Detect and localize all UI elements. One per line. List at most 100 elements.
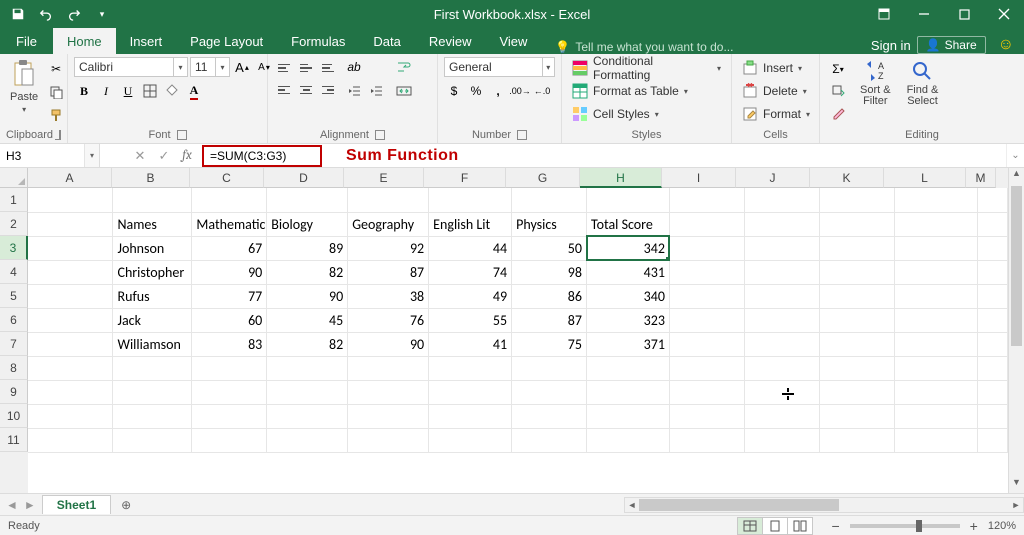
format-painter-icon[interactable] [46, 105, 66, 125]
insert-cells-button[interactable]: Insert▾ [738, 57, 806, 79]
cell-B9[interactable] [113, 380, 192, 404]
cell-B2[interactable]: Names [113, 212, 192, 236]
view-page-break-icon[interactable] [787, 517, 813, 535]
cell-I5[interactable] [669, 284, 744, 308]
cell-F4[interactable]: 74 [429, 260, 512, 284]
cell-E10[interactable] [348, 404, 429, 428]
cell-I1[interactable] [669, 188, 744, 212]
zoom-slider[interactable] [850, 524, 960, 528]
view-page-layout-icon[interactable] [762, 517, 788, 535]
tab-home[interactable]: Home [53, 28, 116, 54]
cell-H9[interactable] [587, 380, 670, 404]
cell-J3[interactable] [744, 236, 819, 260]
row-header-2[interactable]: 2 [0, 212, 28, 236]
cell-B8[interactable] [113, 356, 192, 380]
cell-I8[interactable] [669, 356, 744, 380]
cell-J4[interactable] [744, 260, 819, 284]
cell-C6[interactable]: 60 [192, 308, 267, 332]
row-header-8[interactable]: 8 [0, 356, 28, 380]
cell-A5[interactable] [28, 284, 113, 308]
cell-A11[interactable] [28, 428, 113, 452]
share-button[interactable]: 👤 Share [917, 36, 986, 54]
worksheet-grid[interactable]: ABCDEFGHIJKLM 1234567891011 NamesMathema… [0, 168, 1024, 493]
cell-C5[interactable]: 77 [192, 284, 267, 308]
cell-E11[interactable] [348, 428, 429, 452]
cell-M3[interactable] [977, 236, 1007, 260]
cell-H2[interactable]: Total Score [587, 212, 670, 236]
cell-I10[interactable] [669, 404, 744, 428]
tab-data[interactable]: Data [359, 28, 414, 54]
column-header-H[interactable]: H [580, 168, 662, 188]
column-header-F[interactable]: F [424, 168, 506, 188]
cell-F2[interactable]: English Lit [429, 212, 512, 236]
maximize-icon[interactable] [944, 0, 984, 28]
tab-review[interactable]: Review [415, 28, 486, 54]
cell-B4[interactable]: Christopher [113, 260, 192, 284]
cell-H3[interactable]: 342 [587, 236, 670, 260]
row-header-1[interactable]: 1 [0, 188, 28, 212]
tab-page-layout[interactable]: Page Layout [176, 28, 277, 54]
select-all-button[interactable] [0, 168, 28, 188]
cell-J11[interactable] [744, 428, 819, 452]
scroll-right-icon[interactable]: ► [1009, 498, 1023, 512]
cell-L2[interactable] [894, 212, 977, 236]
cell-A4[interactable] [28, 260, 113, 284]
cell-F6[interactable]: 55 [429, 308, 512, 332]
column-header-D[interactable]: D [264, 168, 344, 188]
new-sheet-button[interactable]: ⊕ [115, 494, 137, 516]
cell-M2[interactable] [977, 212, 1007, 236]
align-top-icon[interactable] [274, 58, 294, 78]
font-dialog-launcher[interactable] [177, 130, 187, 140]
cell-F8[interactable] [429, 356, 512, 380]
scroll-left-icon[interactable]: ◄ [625, 498, 639, 512]
cell-B6[interactable]: Jack [113, 308, 192, 332]
column-header-A[interactable]: A [28, 168, 112, 188]
cell-K10[interactable] [819, 404, 894, 428]
expand-formula-bar-icon[interactable]: ⌄ [1006, 144, 1024, 167]
cell-L1[interactable] [894, 188, 977, 212]
cell-D4[interactable]: 82 [267, 260, 348, 284]
scroll-up-icon[interactable]: ▲ [1009, 168, 1024, 184]
font-name-field[interactable] [74, 57, 174, 77]
cell-E8[interactable] [348, 356, 429, 380]
cell-J9[interactable] [744, 380, 819, 404]
cell-I4[interactable] [669, 260, 744, 284]
cell-I2[interactable] [669, 212, 744, 236]
merge-center-icon[interactable] [394, 81, 414, 101]
cell-M6[interactable] [977, 308, 1007, 332]
tell-me-search[interactable]: 💡 Tell me what you want to do... [555, 40, 733, 54]
cell-E6[interactable]: 76 [348, 308, 429, 332]
italic-button[interactable]: I [96, 81, 116, 101]
cell-G1[interactable] [512, 188, 587, 212]
tab-formulas[interactable]: Formulas [277, 28, 359, 54]
cell-K5[interactable] [819, 284, 894, 308]
cell-E4[interactable]: 87 [348, 260, 429, 284]
cell-K8[interactable] [819, 356, 894, 380]
copy-icon[interactable] [46, 82, 66, 102]
cell-B11[interactable] [113, 428, 192, 452]
percent-format-icon[interactable]: % [466, 81, 486, 101]
cell-I7[interactable] [669, 332, 744, 356]
cell-G6[interactable]: 87 [512, 308, 587, 332]
cancel-formula-icon[interactable]: ✕ [128, 144, 152, 168]
cells-area[interactable]: NamesMathematicsBiologyGeographyEnglish … [28, 188, 1008, 493]
cell-B7[interactable]: Williamson [113, 332, 192, 356]
paste-button[interactable]: Paste ▾ [6, 57, 42, 116]
cell-I3[interactable] [669, 236, 744, 260]
cell-H4[interactable]: 431 [587, 260, 670, 284]
tab-insert[interactable]: Insert [116, 28, 177, 54]
font-name-combo[interactable]: ▾ [74, 57, 188, 77]
cell-D9[interactable] [267, 380, 348, 404]
cell-I6[interactable] [669, 308, 744, 332]
cell-K7[interactable] [819, 332, 894, 356]
column-headers[interactable]: ABCDEFGHIJKLM [28, 168, 1008, 188]
row-header-10[interactable]: 10 [0, 404, 28, 428]
fill-color-icon[interactable] [162, 81, 182, 101]
cell-C1[interactable] [192, 188, 267, 212]
name-box-dropdown[interactable]: ▾ [84, 144, 99, 167]
cell-D7[interactable]: 82 [267, 332, 348, 356]
zoom-level[interactable]: 120% [988, 520, 1016, 532]
decrease-indent-icon[interactable] [344, 81, 364, 101]
ribbon-options-icon[interactable] [864, 0, 904, 28]
close-icon[interactable] [984, 0, 1024, 28]
